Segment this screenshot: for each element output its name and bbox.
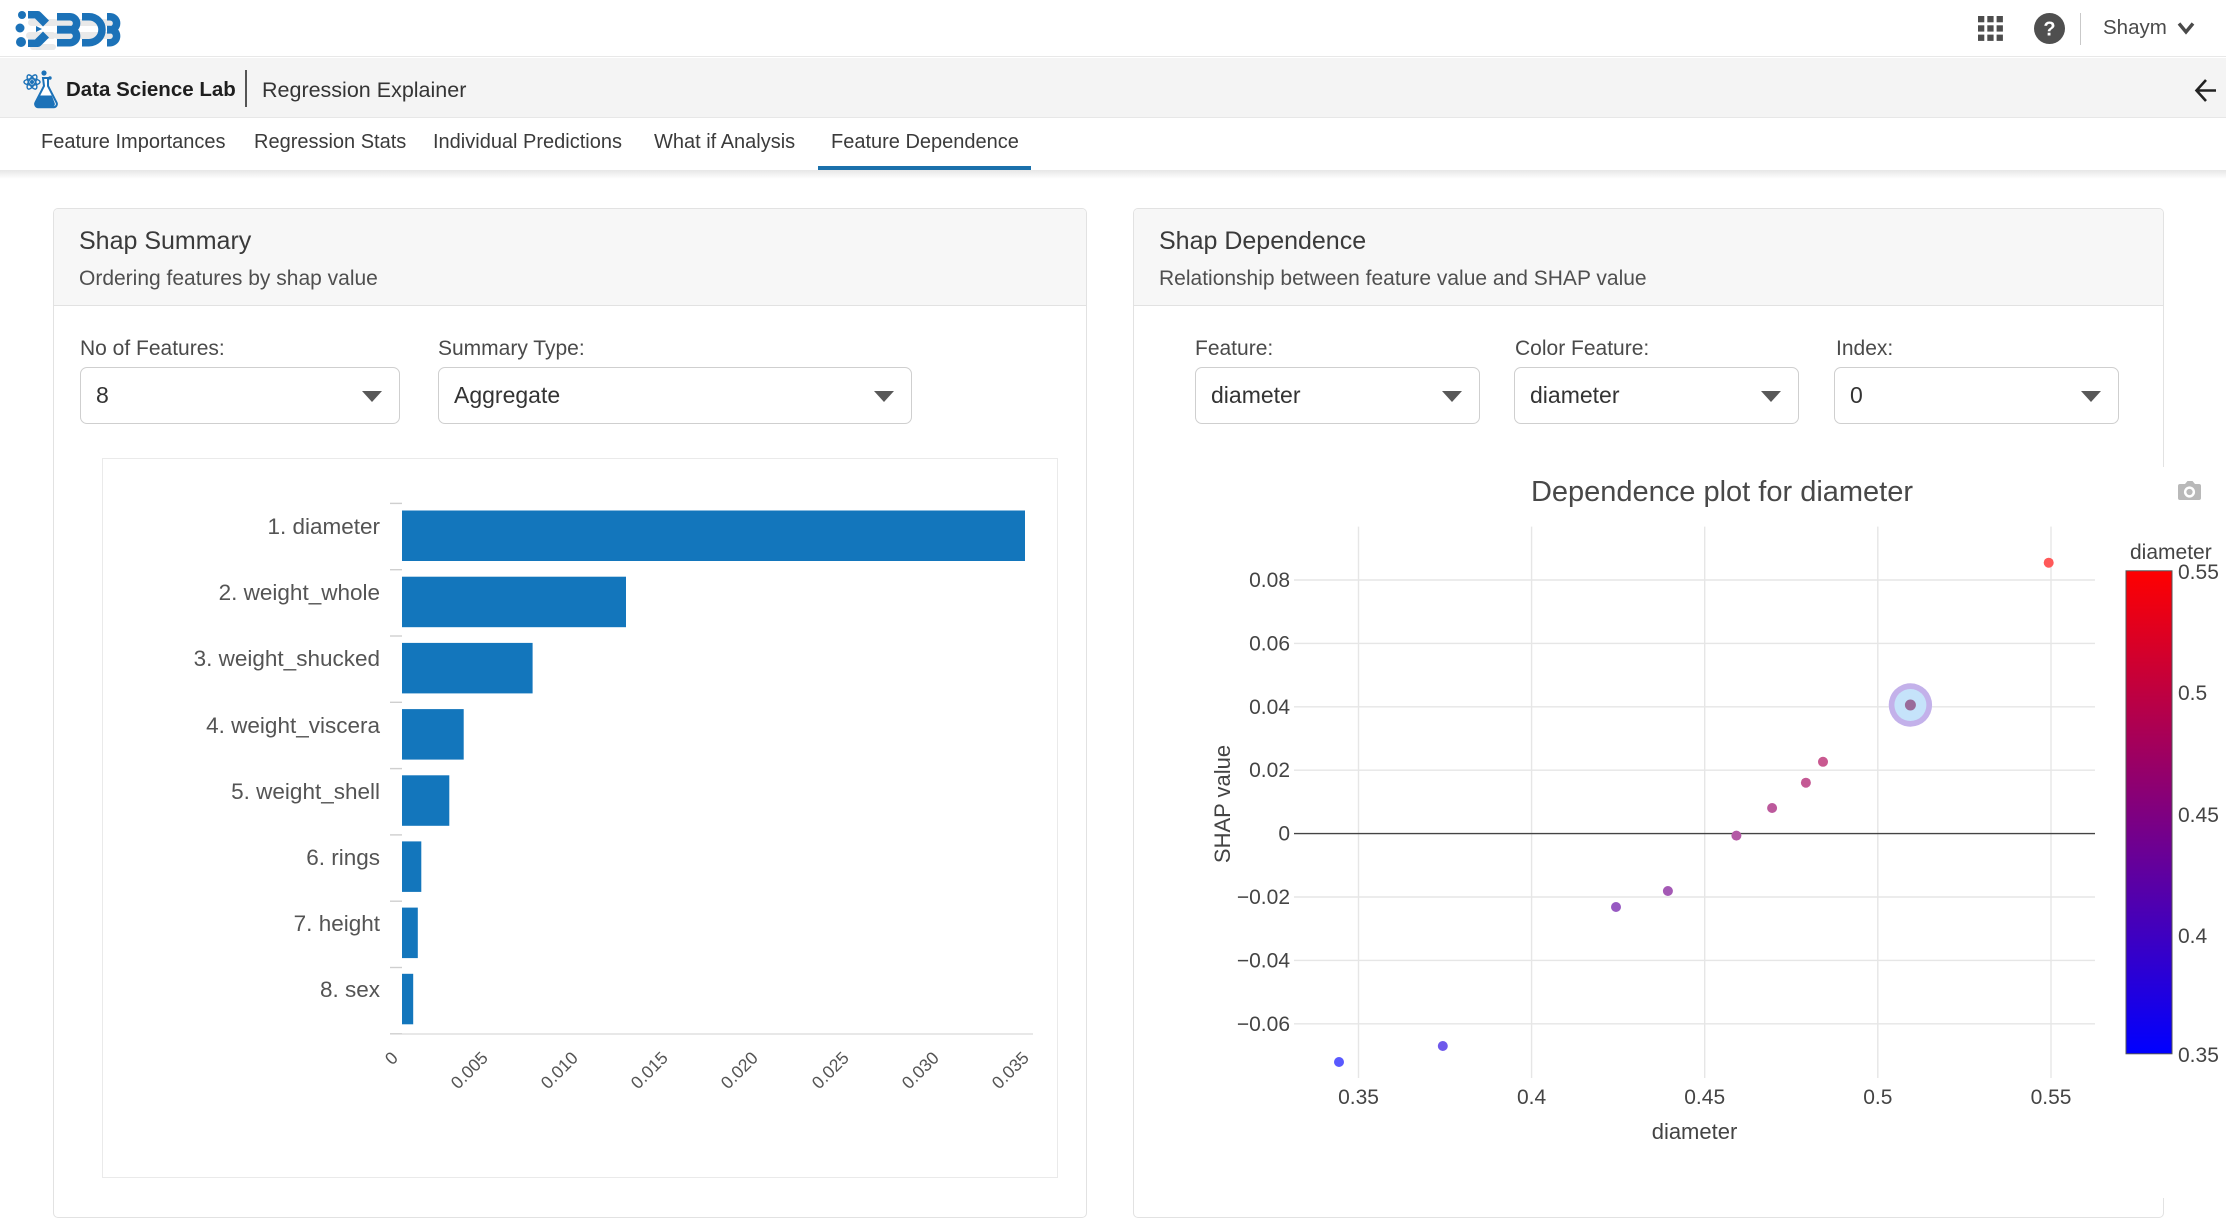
svg-text:−0.06: −0.06 xyxy=(1237,1013,1290,1036)
svg-text:3. weight_shucked: 3. weight_shucked xyxy=(194,646,380,671)
svg-text:0.04: 0.04 xyxy=(1249,696,1290,719)
svg-text:0.030: 0.030 xyxy=(898,1048,943,1093)
svg-text:−0.02: −0.02 xyxy=(1237,886,1290,909)
svg-text:0.06: 0.06 xyxy=(1249,632,1290,655)
svg-text:5. weight_shell: 5. weight_shell xyxy=(231,779,380,804)
svg-text:0.55: 0.55 xyxy=(2178,561,2219,584)
svg-text:0.4: 0.4 xyxy=(1517,1086,1547,1109)
svg-text:0.45: 0.45 xyxy=(1684,1086,1725,1109)
svg-text:0: 0 xyxy=(381,1047,402,1068)
svg-text:0.45: 0.45 xyxy=(2178,804,2219,827)
svg-text:0.015: 0.015 xyxy=(627,1048,672,1093)
svg-text:0.010: 0.010 xyxy=(537,1048,582,1093)
svg-text:?: ? xyxy=(2043,19,2055,41)
svg-text:−0.04: −0.04 xyxy=(1237,949,1290,972)
svg-text:0.020: 0.020 xyxy=(717,1048,762,1093)
svg-text:7. height: 7. height xyxy=(294,911,381,936)
svg-text:0.4: 0.4 xyxy=(2178,925,2208,948)
svg-text:8. sex: 8. sex xyxy=(320,977,381,1002)
svg-text:6. rings: 6. rings xyxy=(306,845,380,870)
svg-text:0.5: 0.5 xyxy=(1863,1086,1892,1109)
svg-text:0.005: 0.005 xyxy=(447,1048,492,1093)
svg-text:diameter: diameter xyxy=(1652,1119,1738,1144)
svg-text:0.55: 0.55 xyxy=(2031,1086,2072,1109)
svg-text:0.035: 0.035 xyxy=(988,1048,1033,1093)
svg-text:0.025: 0.025 xyxy=(808,1048,853,1093)
svg-text:4. weight_viscera: 4. weight_viscera xyxy=(206,713,380,738)
svg-text:Dependence plot for diameter: Dependence plot for diameter xyxy=(1531,476,1913,508)
svg-text:0.02: 0.02 xyxy=(1249,759,1290,782)
svg-text:0.08: 0.08 xyxy=(1249,569,1290,592)
svg-text:SHAP value: SHAP value xyxy=(1210,745,1235,863)
svg-text:0.5: 0.5 xyxy=(2178,682,2207,705)
svg-text:0.35: 0.35 xyxy=(2178,1044,2219,1067)
svg-text:0.35: 0.35 xyxy=(1338,1086,1379,1109)
svg-text:1. diameter: 1. diameter xyxy=(267,514,380,539)
svg-text:0: 0 xyxy=(1278,823,1290,846)
svg-text:2. weight_whole: 2. weight_whole xyxy=(219,580,380,605)
